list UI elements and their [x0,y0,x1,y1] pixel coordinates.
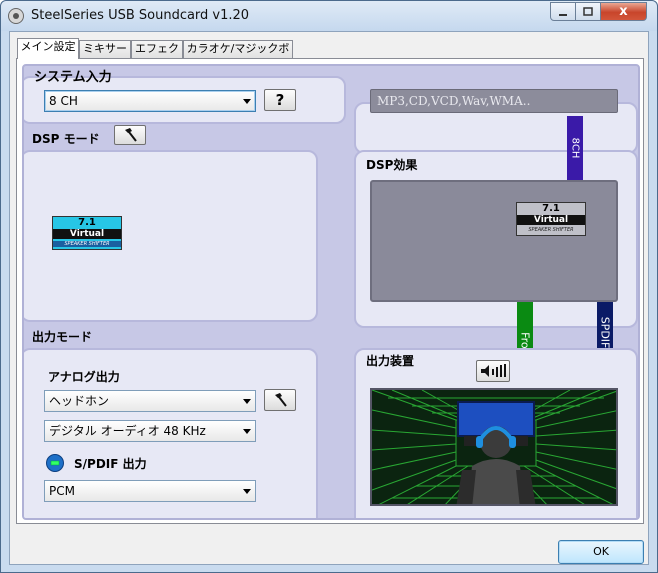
tab-mixer[interactable]: ミキサー [79,40,131,58]
app-icon[interactable] [8,8,24,24]
hammer-icon [125,128,137,142]
badge-sub: SPEAKER SHIFTER [528,227,574,233]
analog-output-value: ヘッドホン [49,394,110,408]
input-source-display: MP3,CD,VCD,Wav,WMA.. [370,89,618,113]
spdif-format-select[interactable]: PCM [44,480,256,502]
chevron-down-icon [243,429,251,434]
close-icon: x [619,4,628,19]
badge-number: 7.1 [78,217,96,228]
close-button[interactable]: x [600,2,647,21]
maximize-button[interactable] [575,2,601,21]
app-window: SteelSeries USB Soundcard v1.20 x メイン設定 … [0,0,658,573]
title-bar: SteelSeries USB Soundcard v1.20 x [1,1,657,31]
output-device-label: 出力装置 [366,354,415,368]
tab-karaoke-magic-voice[interactable]: カラオケ/マジックボイス [183,40,293,71]
ok-label: OK [593,545,609,558]
digital-audio-rate-select[interactable]: デジタル オーディオ 48 KHz [44,420,256,442]
input-channel-select[interactable]: 8 CH [44,90,256,112]
tab-label: ミキサー [83,42,127,55]
dsp-mode-label: DSP モード [32,132,100,146]
badge-name: Virtual [53,229,121,239]
chevron-down-icon [243,99,251,104]
spdif-connector-icon [50,460,60,466]
tab-effects[interactable]: エフェクト [131,40,183,71]
system-input-label: システム入力 [34,70,112,85]
minimize-icon [559,14,567,16]
minimize-button[interactable] [550,2,576,21]
chevron-down-icon [243,489,251,494]
dsp-effect-virtual-71-badge: 7.1 Virtual SPEAKER SHIFTER [516,202,586,236]
main-panel: システム入力 8 CH ? MP3,CD,VCD,Wav,WMA.. DSP モ… [22,64,640,520]
dsp-mode-settings-button[interactable] [114,125,146,145]
cable-8ch-label: 8CH [569,137,581,159]
output-device-room-view [370,388,618,506]
headphone-listener-scene-icon [372,390,616,504]
spdif-format-value: PCM [49,484,75,498]
tab-pane-main-settings: システム入力 8 CH ? MP3,CD,VCD,Wav,WMA.. DSP モ… [16,58,644,524]
badge-name: Virtual [517,215,585,225]
dsp-mode-virtual-71-badge[interactable]: 7.1 Virtual SPEAKER SHIFTER [52,216,122,250]
analog-output-settings-button[interactable] [264,389,296,411]
analog-output-label: アナログ出力 [48,370,120,384]
help-button[interactable]: ? [264,89,296,111]
client-area: メイン設定 ミキサー エフェクト カラオケ/マジックボイス システム入力 8 C… [9,31,649,565]
tab-label: メイン設定 [20,40,76,53]
maximize-icon [583,7,593,16]
question-icon: ? [275,91,285,109]
badge-sub: SPEAKER SHIFTER [53,241,121,247]
spdif-output-label: S/PDIF 出力 [74,457,147,471]
hammer-icon [275,393,287,407]
output-mode-label: 出力モード [32,330,93,344]
chevron-down-icon [243,399,251,404]
badge-number: 7.1 [542,203,560,214]
digital-audio-rate-value: デジタル オーディオ 48 KHz [49,424,206,438]
analog-output-select[interactable]: ヘッドホン [44,390,256,412]
speaker-test-button[interactable] [476,360,510,382]
ok-button[interactable]: OK [558,540,644,564]
dsp-effect-label: DSP効果 [366,158,418,172]
tab-main-settings[interactable]: メイン設定 [17,38,79,59]
spdif-toggle[interactable] [46,454,64,472]
input-channel-value: 8 CH [49,94,78,108]
dsp-effect-screen: 7.1 Virtual SPEAKER SHIFTER [370,180,618,302]
cable-8ch: 8CH [567,116,583,180]
window-title: SteelSeries USB Soundcard v1.20 [31,8,250,23]
speaker-levels-icon [481,364,506,377]
